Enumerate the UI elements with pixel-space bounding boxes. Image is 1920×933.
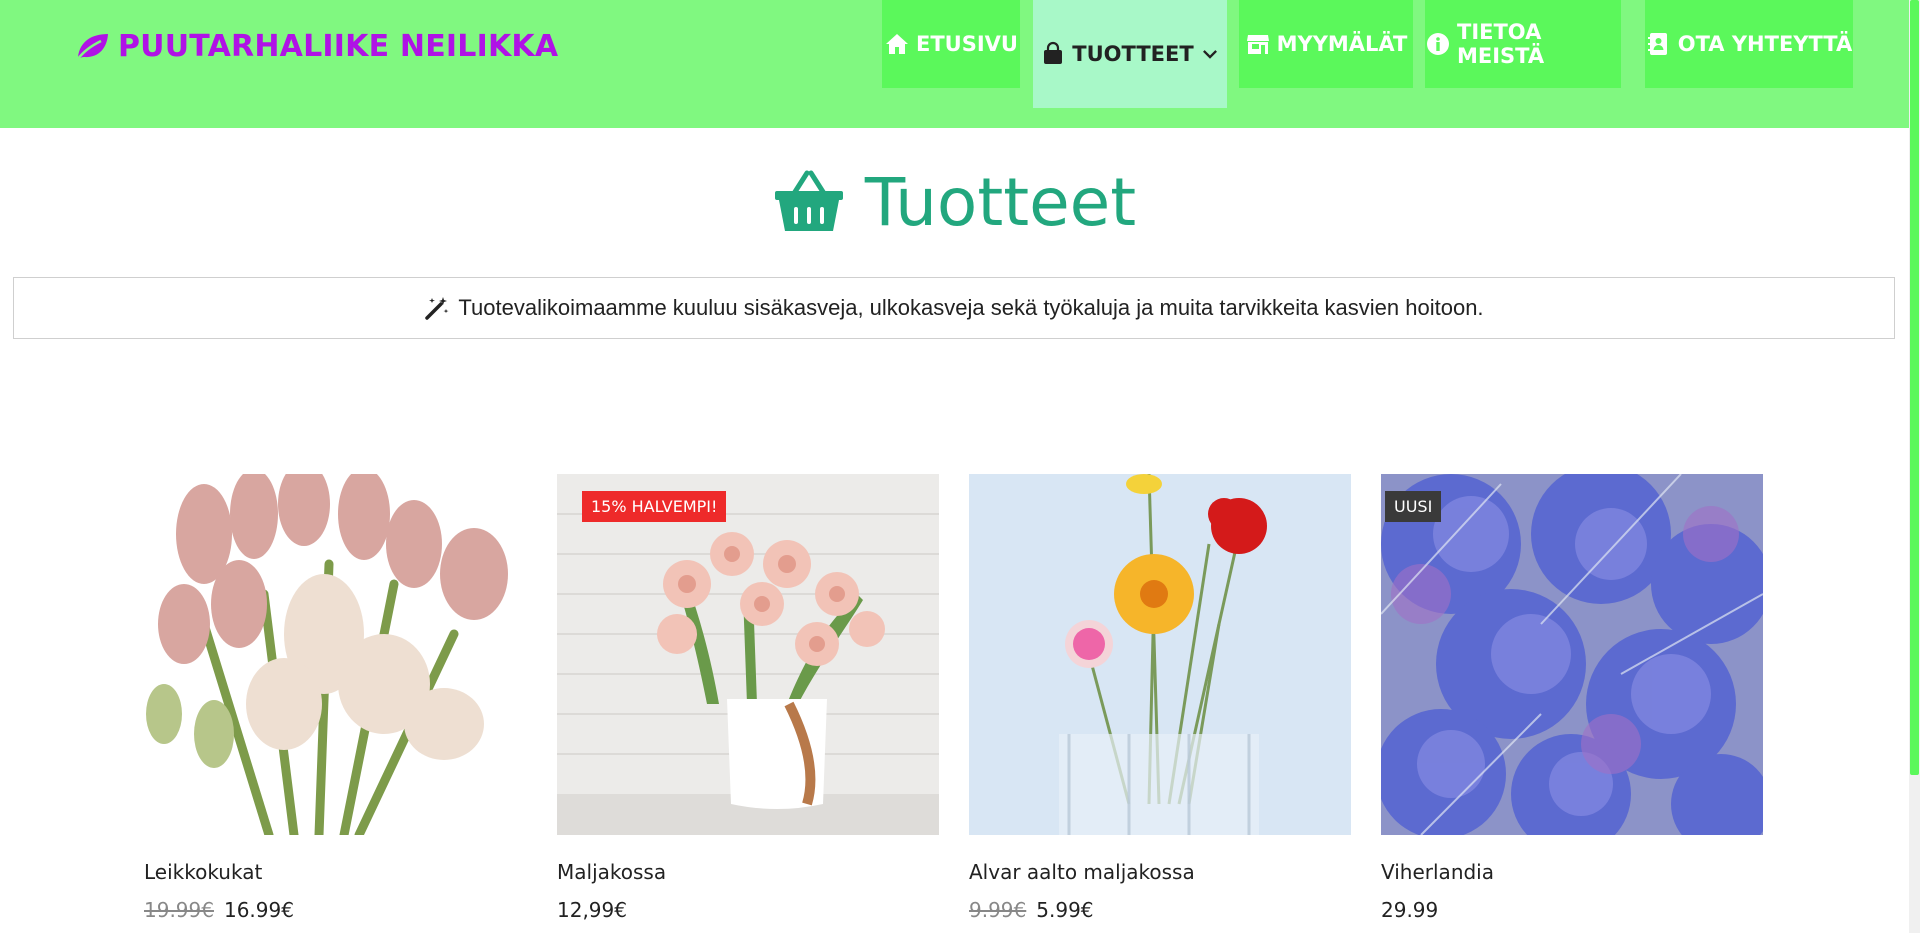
- product-image[interactable]: [144, 474, 526, 835]
- intro-box: Tuotevalikoimaamme kuuluu sisäkasveja, u…: [13, 277, 1895, 339]
- product-card[interactable]: Alvar aalto maljakossa 9.99€ 5.99€: [969, 474, 1351, 922]
- store-icon: [1246, 35, 1269, 54]
- contact-book-icon: [1647, 33, 1667, 55]
- current-price: 29.99: [1381, 898, 1439, 922]
- current-price: 5.99€: [1036, 898, 1094, 922]
- nav-tuotteet[interactable]: TUOTTEET: [1033, 0, 1227, 108]
- product-price: 12,99€: [557, 898, 939, 922]
- new-badge: UUSI: [1385, 491, 1442, 522]
- site-header: PUUTARHALIIKE NEILIKKA ETUSIVU TUOTTEET …: [0, 0, 1909, 128]
- product-card[interactable]: 15% HALVEMPI! Maljakossa 12,99€: [557, 474, 939, 922]
- scrollbar-track[interactable]: [1909, 0, 1920, 933]
- product-image[interactable]: 15% HALVEMPI!: [557, 474, 939, 835]
- info-icon: [1427, 33, 1449, 55]
- product-name[interactable]: Maljakossa: [557, 860, 939, 884]
- nav-label: ETUSIVU: [916, 32, 1018, 56]
- magic-wand-icon: [425, 297, 449, 320]
- sale-badge: 15% HALVEMPI!: [582, 491, 727, 522]
- nav-tietoa-meista[interactable]: TIETOA MEISTÄ: [1425, 0, 1621, 88]
- nav-myymalat[interactable]: MYYMÄLÄT: [1239, 0, 1413, 88]
- nav-label: MYYMÄLÄT: [1276, 32, 1408, 56]
- home-icon: [886, 34, 909, 54]
- old-price: 9.99€: [969, 898, 1027, 922]
- product-name[interactable]: Viherlandia: [1381, 860, 1763, 884]
- nav-label: TIETOA MEISTÄ: [1457, 20, 1545, 68]
- old-price: 19.99€: [144, 898, 214, 922]
- nav-etusivu[interactable]: ETUSIVU: [882, 0, 1020, 88]
- nav-label: OTA YHTEYTTÄ: [1677, 32, 1853, 56]
- flowers-in-glass-vase-image: [969, 474, 1351, 835]
- intro-text: Tuotevalikoimaamme kuuluu sisäkasveja, u…: [458, 295, 1484, 320]
- nav-label: TUOTTEET: [1072, 42, 1194, 66]
- product-image[interactable]: UUSI: [1381, 474, 1763, 835]
- hydrangeas-image: [1381, 474, 1763, 835]
- product-price: 29.99: [1381, 898, 1763, 922]
- product-price: 19.99€ 16.99€: [144, 898, 526, 922]
- product-name[interactable]: Alvar aalto maljakossa: [969, 860, 1351, 884]
- page-title: Tuotteet: [0, 163, 1909, 241]
- brand-logo[interactable]: PUUTARHALIIKE NEILIKKA: [74, 26, 558, 66]
- tulips-in-vase-image: [557, 474, 939, 835]
- scrollbar-thumb[interactable]: [1910, 0, 1919, 775]
- basket-icon: [774, 170, 843, 231]
- product-image[interactable]: [969, 474, 1351, 835]
- page-title-text: Tuotteet: [864, 163, 1137, 241]
- current-price: 12,99€: [557, 898, 627, 922]
- leaf-icon: [76, 34, 108, 61]
- product-price: 9.99€ 5.99€: [969, 898, 1351, 922]
- brand-name: PUUTARHALIIKE NEILIKKA: [118, 28, 559, 64]
- nav-ota-yhteytta[interactable]: OTA YHTEYTTÄ: [1645, 0, 1853, 88]
- shopping-bag-icon: [1044, 41, 1063, 64]
- product-card[interactable]: UUSI Viherlandia 29.99: [1381, 474, 1763, 922]
- product-name[interactable]: Leikkokukat: [144, 860, 526, 884]
- current-price: 16.99€: [223, 898, 294, 922]
- product-card[interactable]: Leikkokukat 19.99€ 16.99€: [144, 474, 526, 922]
- chevron-down-icon[interactable]: [1200, 44, 1220, 64]
- tuberose-flowers-image: [144, 474, 526, 835]
